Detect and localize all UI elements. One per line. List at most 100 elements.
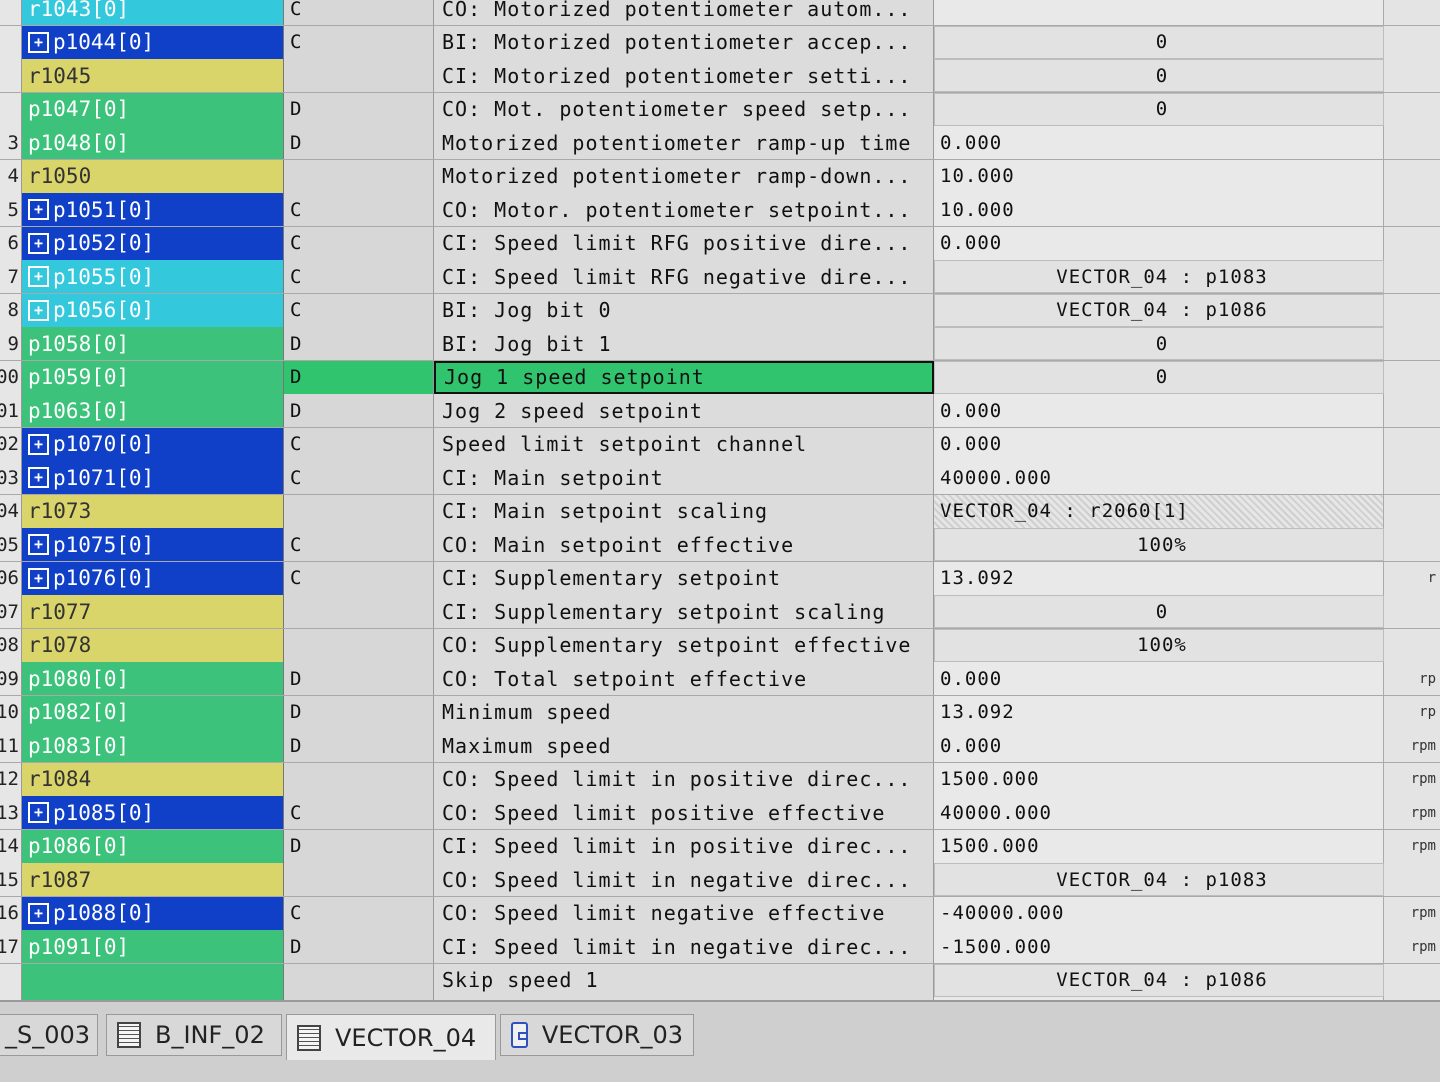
parameter-number-cell[interactable]: r1043[0] xyxy=(22,0,284,25)
parameter-number-cell[interactable]: r1077 xyxy=(22,595,284,628)
parameter-value[interactable]: VECTOR_04 : p1086 xyxy=(934,963,1384,997)
parameter-value[interactable]: VECTOR_04 : p1083 xyxy=(934,863,1384,896)
parameter-value[interactable]: 10.000 xyxy=(934,193,1384,226)
parameter-number-cell[interactable] xyxy=(22,963,284,997)
parameter-number-cell[interactable]: p1059[0] xyxy=(22,360,284,394)
parameter-number-cell[interactable]: r1073 xyxy=(22,494,284,528)
parameter-row[interactable]: 09p1080[0] DCO: Total setpoint effective0… xyxy=(0,662,1440,696)
parameter-number-cell[interactable]: + p1070[0] xyxy=(22,427,284,461)
parameter-value[interactable]: VECTOR_04 : p1083 xyxy=(934,260,1384,293)
parameter-value[interactable]: 13.092 xyxy=(934,561,1384,595)
parameter-number-cell[interactable]: + p1055[0] xyxy=(22,260,284,293)
parameter-number-cell[interactable]: + p1088[0] xyxy=(22,896,284,930)
parameter-value[interactable]: 0 xyxy=(934,360,1384,394)
parameter-row[interactable]: 4 r1050 Motorized potentiometer ramp-down.… xyxy=(0,159,1440,194)
parameter-number-cell[interactable]: + p1076[0] xyxy=(22,561,284,595)
parameter-value[interactable]: 0.000 xyxy=(934,126,1384,159)
expand-plus-icon[interactable]: + xyxy=(28,902,49,924)
parameter-row[interactable]: 3 p1048[0] D Motorized potentiometer ramp-u… xyxy=(0,126,1440,160)
expand-plus-icon[interactable]: + xyxy=(28,31,49,53)
parameter-value[interactable]: 0 xyxy=(934,595,1384,628)
tab-s003[interactable]: _S_003 xyxy=(0,1014,98,1056)
expand-plus-icon[interactable]: + xyxy=(28,534,49,555)
parameter-number-cell[interactable]: p1058[0] xyxy=(22,327,284,360)
parameter-value[interactable]: 1500.000 xyxy=(934,829,1384,863)
parameter-value[interactable] xyxy=(934,0,1384,25)
parameter-value[interactable]: 0.000 xyxy=(934,394,1384,427)
parameter-row[interactable]: 7 + p1055[0] C CI: Speed limit RFG negative … xyxy=(0,260,1440,294)
parameter-row[interactable]: 04r1073 CI: Main setpoint scalingVECTOR_0… xyxy=(0,494,1440,529)
parameter-number-cell[interactable]: p1080[0] xyxy=(22,662,284,695)
parameter-row[interactable]: 10p1082[0] DMinimum speed13.092rp xyxy=(0,695,1440,730)
parameter-row[interactable]: 07r1077 CI: Supplementary setpoint scalin… xyxy=(0,595,1440,629)
parameter-value[interactable]: 0.000 xyxy=(934,427,1384,461)
parameter-value[interactable]: 0 xyxy=(934,59,1384,92)
expand-plus-icon[interactable]: + xyxy=(28,433,49,455)
parameter-value[interactable]: 0.000 xyxy=(934,226,1384,260)
parameter-row[interactable]: r1043[0] C CO: Motorized potentiometer aut… xyxy=(0,0,1440,26)
expand-plus-icon[interactable]: + xyxy=(28,467,49,488)
parameter-number-cell[interactable]: + p1075[0] xyxy=(22,528,284,561)
parameter-value[interactable]: 10.000 xyxy=(934,159,1384,193)
parameter-number-cell[interactable]: r1050 xyxy=(22,159,284,193)
parameter-value[interactable]: 100% xyxy=(934,628,1384,662)
parameter-value[interactable]: VECTOR_04 : r2060[1] xyxy=(934,494,1384,528)
parameter-number-cell[interactable]: p1091[0] xyxy=(22,930,284,963)
parameter-row[interactable]: 06+p1076[0]CCI: Supplementary setpoint13… xyxy=(0,561,1440,596)
tab-b-inf-02[interactable]: B_INF_02 xyxy=(106,1014,282,1056)
parameter-row[interactable]: 17p1091[0] DCI: Speed limit in negative d… xyxy=(0,930,1440,964)
parameter-value[interactable]: 0.000 xyxy=(934,729,1384,762)
expand-plus-icon[interactable]: + xyxy=(28,299,49,321)
parameter-number-cell[interactable]: + p1044[0] xyxy=(22,25,284,59)
parameter-number-cell[interactable]: p1083[0] xyxy=(22,729,284,762)
parameter-row[interactable]: 00p1059[0] DJog 1 speed setpoint0 xyxy=(0,360,1440,395)
parameter-row[interactable]: 5 + p1051[0] C CO: Motor. potentiometer setp… xyxy=(0,193,1440,227)
tab-vector-04[interactable]: VECTOR_04 xyxy=(286,1014,496,1060)
expand-plus-icon[interactable]: + xyxy=(28,232,49,254)
parameter-row[interactable]: 05+p1075[0]CCO: Main setpoint effective1… xyxy=(0,528,1440,562)
parameter-row[interactable]: 6 + p1052[0] C CI: Speed limit RFG positive … xyxy=(0,226,1440,261)
parameter-row[interactable]: 12r1084 CO: Speed limit in positive direc… xyxy=(0,762,1440,797)
parameter-row[interactable]: + p1044[0] C BI: Motorized potentiometer ac… xyxy=(0,25,1440,60)
parameter-row[interactable]: 02+p1070[0]CSpeed limit setpoint channel… xyxy=(0,427,1440,462)
parameter-number-cell[interactable]: r1087 xyxy=(22,863,284,896)
parameter-row[interactable]: 8 + p1056[0] C BI: Jog bit 0 VECTOR_04 : p108… xyxy=(0,293,1440,328)
parameter-number-cell[interactable]: p1047[0] xyxy=(22,92,284,126)
parameter-value[interactable]: 1500.000 xyxy=(934,762,1384,796)
parameter-value[interactable]: 40000.000 xyxy=(934,796,1384,829)
parameter-number-cell[interactable]: r1078 xyxy=(22,628,284,662)
parameter-row[interactable]: 11p1083[0] DMaximum speed0.000rpm xyxy=(0,729,1440,763)
parameter-value[interactable]: VECTOR_04 : p1086 xyxy=(934,293,1384,327)
parameter-value[interactable]: 13.092 xyxy=(934,695,1384,729)
parameter-number-cell[interactable]: + p1052[0] xyxy=(22,226,284,260)
parameter-number-cell[interactable]: + p1056[0] xyxy=(22,293,284,327)
parameter-value[interactable]: 0 xyxy=(934,92,1384,126)
tab-vector-03[interactable]: VECTOR_03 xyxy=(500,1014,694,1056)
parameter-value[interactable]: -40000.000 xyxy=(934,896,1384,930)
parameter-row[interactable]: 9 p1058[0] D BI: Jog bit 10 xyxy=(0,327,1440,361)
parameter-number-cell[interactable]: + p1051[0] xyxy=(22,193,284,226)
parameter-value[interactable]: 0.000 xyxy=(934,662,1384,695)
parameter-number-cell[interactable]: p1048[0] xyxy=(22,126,284,159)
parameter-number-cell[interactable]: p1086[0] xyxy=(22,829,284,863)
expand-plus-icon[interactable]: + xyxy=(28,567,49,589)
parameter-row[interactable]: 15r1087 CO: Speed limit in negative direc… xyxy=(0,863,1440,897)
expand-plus-icon[interactable]: + xyxy=(28,266,49,287)
parameter-row[interactable]: 08r1078 CO: Supplementary setpoint effect… xyxy=(0,628,1440,663)
parameter-value[interactable]: 0 xyxy=(934,327,1384,360)
parameter-row[interactable]: r1045 CI: Motorized potentiometer setti..… xyxy=(0,59,1440,93)
parameter-number-cell[interactable]: p1063[0] xyxy=(22,394,284,427)
expand-plus-icon[interactable]: + xyxy=(28,199,49,220)
parameter-value[interactable]: 100% xyxy=(934,528,1384,561)
parameter-row[interactable]: p1047[0] D CO: Mot. potentiometer speed se… xyxy=(0,92,1440,127)
parameter-row[interactable]: 13+p1085[0]CCO: Speed limit positive eff… xyxy=(0,796,1440,830)
expand-plus-icon[interactable]: + xyxy=(28,802,49,823)
parameter-row[interactable]: 01p1063[0] DJog 2 speed setpoint0.000 xyxy=(0,394,1440,428)
parameter-number-cell[interactable]: + p1085[0] xyxy=(22,796,284,829)
parameter-value[interactable]: -1500.000 xyxy=(934,930,1384,963)
parameter-number-cell[interactable]: + p1071[0] xyxy=(22,461,284,494)
parameter-row[interactable]: 03+p1071[0]CCI: Main setpoint40000.000 xyxy=(0,461,1440,495)
parameter-number-cell[interactable]: p1082[0] xyxy=(22,695,284,729)
parameter-row[interactable]: 16+p1088[0]CCO: Speed limit negative eff… xyxy=(0,896,1440,931)
parameter-value[interactable]: 40000.000 xyxy=(934,461,1384,494)
